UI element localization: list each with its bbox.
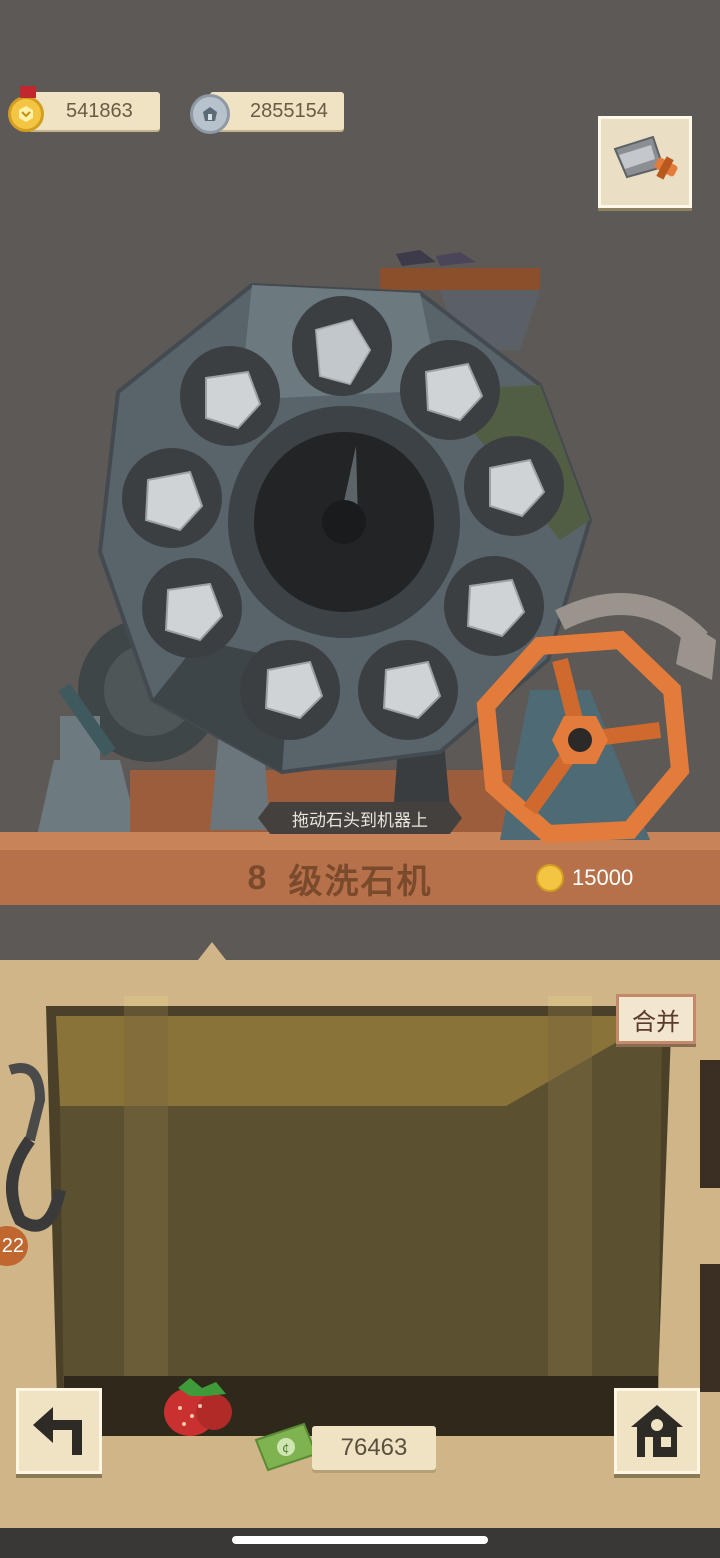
home-button[interactable]	[614, 1388, 700, 1474]
gold-counter: 541863	[28, 92, 160, 130]
medal-ribbon-icon	[20, 86, 36, 98]
saw-tool-button[interactable]	[598, 116, 692, 208]
side-count-value: 22	[1, 1234, 24, 1257]
side-tab-lower[interactable]	[700, 1264, 720, 1392]
back-button[interactable]	[16, 1388, 102, 1474]
home-indicator[interactable]	[232, 1536, 488, 1544]
house-icon	[631, 1405, 683, 1457]
stone-washer-machine	[0, 250, 720, 905]
saw-icon	[613, 135, 678, 180]
silver-counter: 2855154	[210, 92, 344, 130]
merge-button[interactable]: 合并	[616, 994, 696, 1044]
stone-sack	[46, 996, 672, 1436]
machine-level-title: 8 级洗石机	[160, 852, 520, 904]
svg-text:¢: ¢	[282, 1441, 290, 1455]
machine-name: 级洗石机	[288, 862, 433, 901]
side-tab-upper[interactable]	[700, 1060, 720, 1188]
coin-icon	[190, 94, 230, 134]
panel-pointer	[198, 942, 226, 960]
medal-icon	[536, 864, 564, 892]
back-arrow-icon	[33, 1407, 82, 1455]
strawberry-icon[interactable]	[160, 1372, 240, 1442]
upgrade-cost[interactable]: 15000	[536, 860, 633, 896]
cash-counter: 76463	[312, 1426, 436, 1470]
upgrade-cost-value: 15000	[572, 865, 634, 890]
medal-icon	[8, 96, 44, 132]
drag-instruction-label: 拖动石头到机器上	[258, 802, 462, 834]
machine-level-number: 8	[247, 858, 269, 897]
